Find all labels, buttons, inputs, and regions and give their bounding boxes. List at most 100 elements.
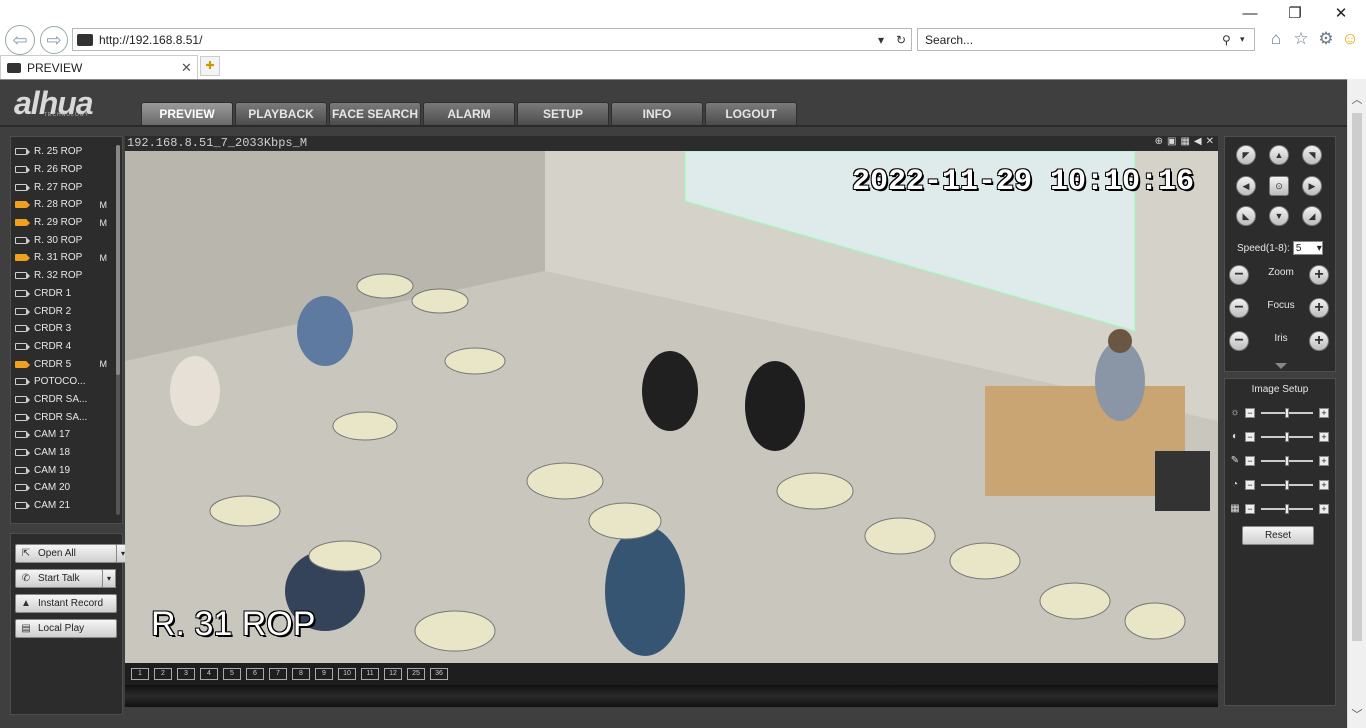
channel-item[interactable]: CAM 17 — [15, 426, 115, 444]
channel-item[interactable]: CRDR 3 — [15, 320, 115, 338]
ptz-up-icon[interactable]: ▲ — [1269, 145, 1289, 165]
ptz-up-right-icon[interactable]: ◥ — [1302, 145, 1322, 165]
tab-preview[interactable]: PREVIEW — [141, 102, 233, 126]
start-talk-dropdown-icon[interactable]: ▾ — [102, 569, 116, 588]
back-arrow-icon[interactable]: ⇦ — [5, 25, 35, 55]
tab-info[interactable]: INFO — [611, 102, 703, 126]
slider-knob[interactable] — [1285, 480, 1289, 490]
zoom-in-icon[interactable]: ⊕ — [1155, 136, 1163, 147]
search-box[interactable]: ⚲ ▾ — [917, 28, 1255, 51]
speed-select[interactable]: 5 ▾ — [1292, 241, 1323, 255]
channel-item[interactable]: CAM 21 — [15, 497, 115, 515]
close-tab-icon[interactable]: ✕ — [181, 60, 197, 76]
url-text[interactable]: http://192.168.8.51/ — [99, 33, 871, 47]
favorites-star-icon[interactable]: ☆ — [1291, 29, 1311, 49]
page-scrollbar[interactable]: ︿ ﹀ — [1347, 79, 1366, 728]
tab-logout[interactable]: LOGOUT — [705, 102, 797, 126]
tab-face-search[interactable]: FACE SEARCH — [329, 102, 421, 126]
channel-item[interactable]: CAM 19 — [15, 461, 115, 479]
ptz-down-right-icon[interactable]: ◢ — [1302, 206, 1322, 226]
slider-track[interactable] — [1261, 432, 1313, 442]
layout-11-icon[interactable]: 11 — [361, 668, 379, 680]
close-icon[interactable]: ✕ — [1206, 136, 1214, 147]
slider-track[interactable] — [1261, 504, 1313, 514]
ptz-down-left-icon[interactable]: ◣ — [1236, 206, 1256, 226]
minimize-icon[interactable]: — — [1238, 4, 1262, 24]
page-scrollbar-thumb[interactable] — [1352, 113, 1362, 641]
ptz-up-left-icon[interactable]: ◤ — [1236, 145, 1256, 165]
slider-plus-button[interactable]: + — [1319, 408, 1329, 418]
close-window-icon[interactable]: ✕ — [1329, 4, 1353, 24]
new-tab-icon[interactable]: ✚ — [200, 56, 220, 76]
slider-knob[interactable] — [1285, 456, 1289, 466]
search-input[interactable] — [925, 32, 1222, 47]
slider-track[interactable] — [1261, 456, 1313, 466]
layout-2-icon[interactable]: 2 — [154, 668, 172, 680]
channel-item[interactable]: CAM 18 — [15, 444, 115, 462]
tab-alarm[interactable]: ALARM — [423, 102, 515, 126]
channel-scrollbar[interactable] — [116, 145, 120, 515]
zoom-minus-button[interactable]: − — [1229, 265, 1249, 285]
layout-12-icon[interactable]: 12 — [384, 668, 402, 680]
forward-arrow-icon[interactable]: ⇨ — [40, 26, 68, 54]
slider-plus-button[interactable]: + — [1319, 504, 1329, 514]
layout-7-icon[interactable]: 7 — [269, 668, 287, 680]
layout-1-icon[interactable]: 1 — [131, 668, 149, 680]
slider-minus-button[interactable]: − — [1245, 504, 1255, 514]
record-icon[interactable]: ▦ — [1180, 136, 1189, 147]
slider-plus-button[interactable]: + — [1319, 432, 1329, 442]
refresh-icon[interactable]: ↻ — [891, 33, 911, 47]
channel-item[interactable]: CRDR SA... — [15, 391, 115, 409]
channel-item[interactable]: R. 27 ROP — [15, 178, 115, 196]
channel-item[interactable]: R. 30 ROP — [15, 231, 115, 249]
scrollbar-thumb[interactable] — [116, 145, 120, 375]
search-dropdown-icon[interactable]: ▾ — [1240, 34, 1254, 45]
restore-icon[interactable]: ❐ — [1283, 4, 1307, 24]
ptz-down-icon[interactable]: ▼ — [1269, 206, 1289, 226]
tab-setup[interactable]: SETUP — [517, 102, 609, 126]
slider-track[interactable] — [1261, 480, 1313, 490]
collapse-arrow-icon[interactable] — [1275, 363, 1287, 369]
snapshot-icon[interactable]: ▣ — [1167, 136, 1176, 147]
instant-record-button[interactable]: ▲ Instant Record — [15, 594, 117, 613]
layout-36-icon[interactable]: 36 — [430, 668, 448, 680]
channel-item[interactable]: R. 31 ROP M — [15, 249, 115, 267]
layout-8-icon[interactable]: 8 — [292, 668, 310, 680]
focus-minus-button[interactable]: − — [1229, 298, 1249, 318]
scroll-down-icon[interactable]: ﹀ — [1348, 706, 1366, 724]
ptz-right-icon[interactable]: ▶ — [1302, 176, 1322, 196]
slider-knob[interactable] — [1285, 408, 1289, 418]
address-bar[interactable]: http://192.168.8.51/ ▾ ↻ — [72, 28, 912, 51]
slider-track[interactable] — [1261, 408, 1313, 418]
ptz-left-icon[interactable]: ◀ — [1236, 176, 1256, 196]
slider-minus-button[interactable]: − — [1245, 480, 1255, 490]
start-talk-button[interactable]: ✆ Start Talk ▾ — [15, 569, 116, 588]
channel-item[interactable]: CRDR SA... — [15, 408, 115, 426]
iris-plus-button[interactable]: + — [1309, 331, 1329, 351]
slider-knob[interactable] — [1285, 432, 1289, 442]
layout-3-icon[interactable]: 3 — [177, 668, 195, 680]
video-feed[interactable]: 2022-11-29 10:10:16 R. 31 ROP — [125, 151, 1218, 663]
open-all-button[interactable]: ⇱ Open All ▾ — [15, 544, 130, 563]
home-icon[interactable]: ⌂ — [1266, 29, 1286, 49]
local-play-button[interactable]: ▤ Local Play — [15, 619, 117, 638]
smiley-feedback-icon[interactable]: ☺ — [1340, 29, 1360, 49]
layout-25-icon[interactable]: 25 — [407, 668, 425, 680]
slider-minus-button[interactable]: − — [1245, 408, 1255, 418]
channel-item[interactable]: R. 25 ROP — [15, 143, 115, 161]
channel-item[interactable]: CRDR 1 — [15, 285, 115, 303]
channel-item[interactable]: R. 26 ROP — [15, 161, 115, 179]
channel-item[interactable]: R. 32 ROP — [15, 267, 115, 285]
channel-item[interactable]: R. 28 ROP M — [15, 196, 115, 214]
slider-minus-button[interactable]: − — [1245, 456, 1255, 466]
channel-item[interactable]: R. 29 ROP M — [15, 214, 115, 232]
channel-item[interactable]: CRDR 2 — [15, 302, 115, 320]
channel-item[interactable]: CRDR 4 — [15, 338, 115, 356]
scroll-up-icon[interactable]: ︿ — [1348, 91, 1366, 109]
layout-9-icon[interactable]: 9 — [315, 668, 333, 680]
settings-gear-icon[interactable]: ⚙ — [1316, 29, 1336, 49]
zoom-plus-button[interactable]: + — [1309, 265, 1329, 285]
slider-plus-button[interactable]: + — [1319, 456, 1329, 466]
tab-preview[interactable]: PREVIEW ✕ — [0, 55, 198, 79]
slider-minus-button[interactable]: − — [1245, 432, 1255, 442]
